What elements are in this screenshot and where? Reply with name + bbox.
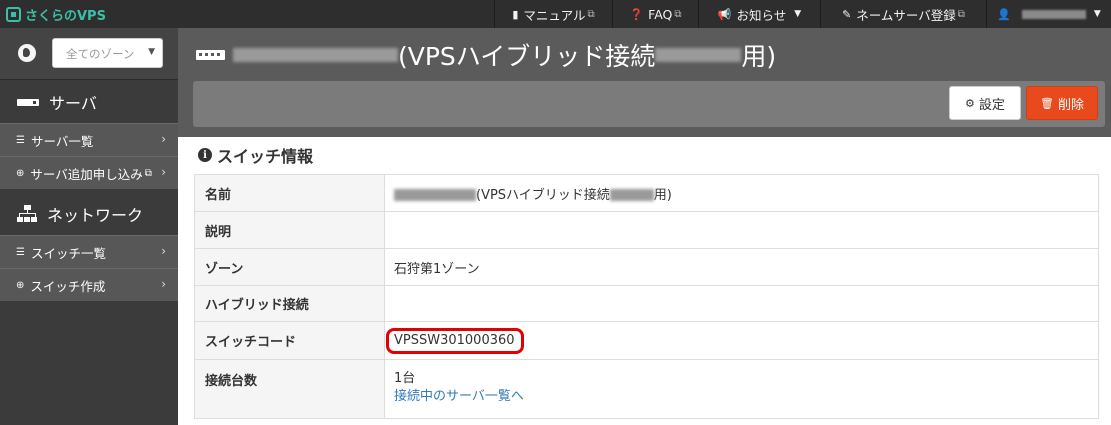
sidebar-item-server-list[interactable]: ☰ サーバ一覧 › — [0, 123, 178, 156]
zone-select[interactable]: 全てのゾーン ▼ — [52, 38, 163, 68]
sidebar-item-server-add[interactable]: ⊕ サーバ追加申し込み ⧉ › — [0, 156, 178, 189]
network-icon — [17, 205, 37, 223]
list-icon: ☰ — [16, 246, 25, 258]
zone-value: 石狩第1ゾーン — [384, 248, 1099, 286]
switch-name-mid: (VPSハイブリッド接続 — [476, 187, 610, 203]
row-label: 名前 — [194, 174, 385, 212]
sidebar-item-switch-create[interactable]: ⊕ スイッチ作成 › — [0, 268, 178, 301]
plus-circle-icon: ⊕ — [16, 279, 25, 291]
delete-button[interactable]: 🗑 削除 — [1026, 86, 1098, 120]
top-navbar: さくらのVPS ▮ マニュアル ⧉ ❓ FAQ ⧉ 📢 お知らせ ▼ ✎ ネーム… — [0, 0, 1111, 28]
switch-code-value: VPSSW301000360 — [386, 327, 524, 354]
sidebar-section-network-label: ネットワーク — [47, 206, 144, 225]
table-row: スイッチコード VPSSW301000360 — [194, 321, 1099, 360]
panel-title-label: スイッチ情報 — [217, 147, 314, 166]
row-label: 説明 — [194, 211, 385, 249]
external-link-icon: ⧉ — [674, 8, 682, 20]
sidebar-section-server: サーバ — [0, 80, 178, 124]
page-header: (VPSハイブリッド接続 用) ⚙ 設定 🗑 削除 — [178, 28, 1111, 137]
chevron-right-icon: › — [161, 277, 166, 291]
question-icon: ❓ — [629, 7, 644, 21]
row-label: ハイブリッド接続 — [194, 285, 385, 322]
nav-nameserver-label: ネームサーバ登録 — [856, 7, 956, 23]
gear-icon: ⚙ — [965, 96, 975, 110]
description-value — [384, 211, 1099, 249]
switch-code-cell: VPSSW301000360 — [384, 321, 1099, 360]
chevron-right-icon: › — [161, 132, 166, 146]
chevron-right-icon: › — [161, 165, 166, 179]
redacted-text — [394, 189, 476, 201]
panel-title: i スイッチ情報 — [198, 143, 313, 167]
table-row: 接続台数 1台 接続中のサーバ一覧へ — [194, 359, 1099, 419]
megaphone-icon: 📢 — [717, 7, 732, 21]
row-label: 接続台数 — [194, 359, 385, 419]
sakura-vps-logo[interactable]: さくらのVPS — [6, 5, 106, 24]
nav-faq-label: FAQ — [648, 6, 673, 22]
zone-select-value: 全てのゾーン — [66, 47, 135, 61]
nav-manual-label: マニュアル — [523, 7, 586, 23]
external-link-icon: ⧉ — [957, 8, 965, 20]
row-label: ゾーン — [194, 248, 385, 286]
trash-icon: 🗑 — [1040, 96, 1054, 110]
book-icon: ▮ — [512, 7, 519, 21]
user-menu-dropdown[interactable]: 👤 ▼ — [986, 0, 1111, 28]
settings-button-label: 設定 — [978, 97, 1005, 113]
settings-button[interactable]: ⚙ 設定 — [949, 86, 1021, 120]
sidebar-section-network: ネットワーク — [0, 192, 178, 236]
table-row: 名前 (VPSハイブリッド接続 用) — [194, 174, 1099, 212]
nav-faq-link[interactable]: ❓ FAQ ⧉ — [612, 0, 698, 28]
switch-icon — [196, 50, 225, 60]
plus-circle-icon: ⊕ — [16, 167, 25, 179]
zone-filter-row: 全てのゾーン ▼ — [0, 28, 178, 80]
table-row: ゾーン 石狩第1ゾーン — [194, 248, 1099, 286]
server-icon — [17, 98, 39, 106]
action-toolbar: ⚙ 設定 🗑 削除 — [193, 81, 1105, 127]
edit-icon: ✎ — [842, 7, 852, 21]
nav-news-dropdown[interactable]: 📢 お知らせ ▼ — [698, 0, 820, 28]
sidebar: 全てのゾーン ▼ サーバ ☰ サーバ一覧 › ⊕ サーバ追加申し込み ⧉ › ネ… — [0, 28, 178, 425]
redacted-text — [655, 48, 742, 62]
switch-info-panel: i スイッチ情報 名前 (VPSハイブリッド接続 用) 説明 ゾーン 石狩第1ゾー… — [178, 137, 1111, 425]
redacted-text — [233, 48, 398, 62]
hybrid-connection-value — [384, 285, 1099, 322]
table-row: ハイブリッド接続 — [194, 285, 1099, 322]
external-link-icon: ⧉ — [144, 167, 152, 179]
page-title-end: 用) — [741, 42, 777, 71]
sidebar-item-switch-list[interactable]: ☰ スイッチ一覧 › — [0, 235, 178, 268]
logo-mark-icon — [6, 6, 21, 22]
list-icon: ☰ — [16, 134, 25, 146]
table-row: 説明 — [194, 211, 1099, 249]
external-link-icon: ⧉ — [587, 8, 595, 20]
row-label: スイッチコード — [194, 321, 385, 360]
info-icon: i — [198, 148, 212, 162]
sidebar-section-server-label: サーバ — [49, 94, 97, 113]
connected-count-cell: 1台 接続中のサーバ一覧へ — [384, 359, 1099, 419]
logo-text: さくらのVPS — [25, 8, 106, 24]
user-icon: 👤 — [997, 7, 1011, 21]
redacted-username — [1021, 9, 1086, 19]
page-title: (VPSハイブリッド接続 用) — [196, 36, 776, 74]
connected-count-value: 1台 — [394, 371, 416, 386]
chevron-down-icon: ▼ — [1093, 9, 1101, 19]
redacted-text — [609, 189, 654, 201]
switch-name-value: (VPSハイブリッド接続 用) — [384, 174, 1099, 212]
delete-button-label: 削除 — [1057, 97, 1084, 113]
chevron-down-icon: ▼ — [148, 47, 155, 57]
globe-icon — [18, 44, 36, 62]
connected-server-list-link[interactable]: 接続中のサーバ一覧へ — [394, 389, 524, 404]
chevron-right-icon: › — [161, 244, 166, 258]
switch-name-end: 用) — [653, 187, 672, 203]
sidebar-item-label: サーバ一覧 — [30, 133, 94, 149]
sidebar-item-label: サーバ追加申し込み — [30, 166, 143, 182]
chevron-down-icon: ▼ — [794, 9, 802, 19]
nav-manual-link[interactable]: ▮ マニュアル ⧉ — [494, 0, 612, 28]
nav-nameserver-link[interactable]: ✎ ネームサーバ登録 ⧉ — [820, 0, 986, 28]
switch-info-table: 名前 (VPSハイブリッド接続 用) 説明 ゾーン 石狩第1ゾーン ハイブリッド接… — [194, 174, 1099, 419]
sidebar-item-label: スイッチ一覧 — [30, 245, 106, 261]
page-title-mid: (VPSハイブリッド接続 — [398, 42, 656, 71]
sidebar-item-label: スイッチ作成 — [30, 278, 106, 294]
nav-news-label: お知らせ — [736, 7, 787, 23]
